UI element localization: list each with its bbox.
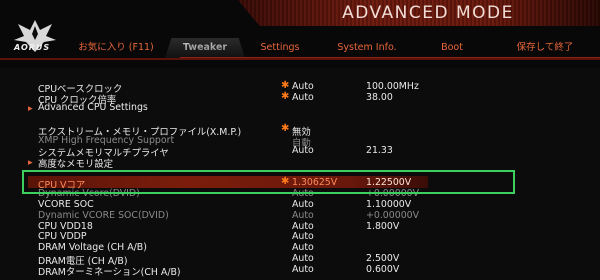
setting-value: 100.00MHz: [366, 81, 419, 92]
mode-title: ADVANCED MODE: [342, 3, 514, 23]
submenu-advanced-memory[interactable]: ▸ 高度なメモリ設定: [0, 156, 600, 170]
submenu-advanced-cpu[interactable]: ▸ Advanced CPU Settings: [0, 102, 600, 114]
setting-label: Advanced CPU Settings: [38, 102, 148, 113]
setting-current: Auto: [292, 264, 314, 275]
setting-current: Auto: [292, 210, 314, 221]
setting-value: +0.00000V: [366, 210, 420, 221]
setting-label: DRAMターミネーション(CH A/B): [38, 267, 181, 278]
tab-boot[interactable]: Boot: [432, 40, 472, 56]
setting-dram-termination[interactable]: DRAMターミネーション(CH A/B) Auto 0.600V: [0, 264, 600, 278]
tab-favorites[interactable]: お気に入り (F11): [66, 40, 166, 56]
setting-value: 1.10000V: [366, 199, 412, 210]
submenu-arrow-icon: ▸: [28, 157, 33, 168]
setting-label: 高度なメモリ設定: [38, 159, 114, 170]
setting-value: 0.600V: [366, 264, 400, 275]
setting-value: 2.500V: [366, 253, 400, 264]
setting-label: DRAM Voltage (CH A/B): [38, 242, 147, 253]
tab-tweaker[interactable]: Tweaker: [165, 40, 245, 56]
tab-divider-accent: [180, 57, 600, 58]
setting-current: Auto: [292, 81, 314, 92]
main-tabs: お気に入り (F11) Tweaker Settings System Info…: [66, 38, 600, 58]
tab-divider: [0, 58, 600, 60]
tab-save-exit[interactable]: 保存して終了: [510, 40, 580, 56]
setting-label: Dynamic VCORE SOC(DVID): [38, 210, 169, 221]
modified-star-icon: ✱: [281, 123, 290, 134]
setting-current: Auto: [292, 145, 314, 156]
modified-star-icon: ✱: [281, 80, 290, 91]
tab-system-info[interactable]: System Info.: [334, 40, 400, 56]
brand-name: AORUS: [14, 43, 51, 52]
setting-current: Auto: [292, 253, 314, 264]
setting-label: CPU VDDP: [38, 231, 87, 242]
setting-label: VCORE SOC: [38, 199, 94, 210]
submenu-arrow-icon: ▸: [28, 103, 33, 114]
setting-value: 21.33: [366, 145, 393, 156]
annotation-green-outline: [22, 170, 515, 194]
setting-current: Auto: [292, 231, 314, 242]
modified-star-icon: ✱: [281, 91, 290, 102]
setting-current: Auto: [292, 242, 314, 253]
aorus-logo-icon: [14, 20, 56, 52]
setting-current: Auto: [292, 199, 314, 210]
tab-settings[interactable]: Settings: [252, 40, 308, 56]
